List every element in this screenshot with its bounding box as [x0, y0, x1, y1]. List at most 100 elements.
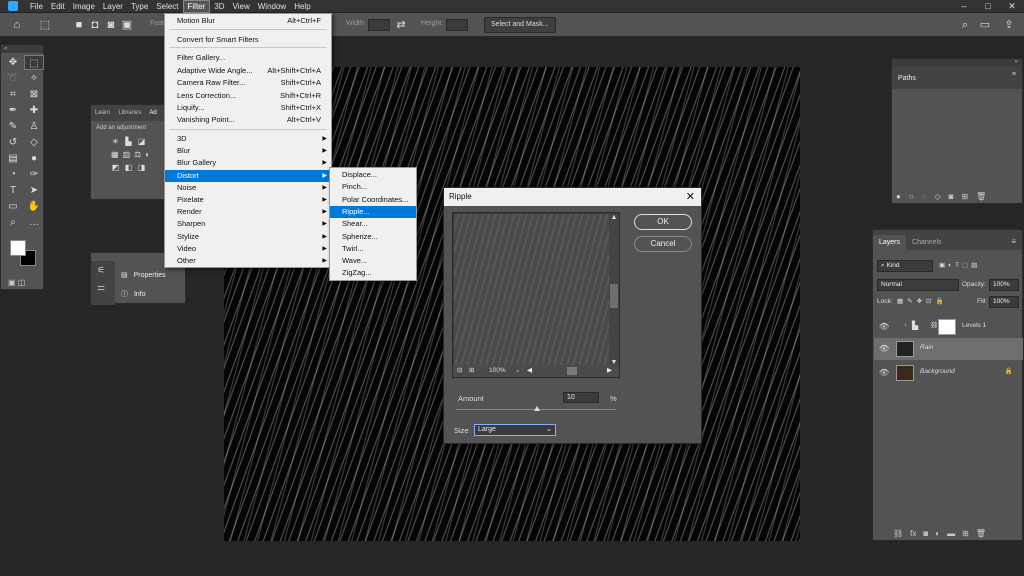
invert-icon[interactable]: ◩	[111, 163, 120, 172]
type-tool-icon[interactable]: T	[3, 183, 23, 198]
distort-menu-item[interactable]: Twirl...	[330, 243, 416, 255]
amount-input[interactable]: 10	[563, 392, 599, 403]
fill-input[interactable]: 100%	[989, 296, 1019, 308]
more-tools-icon[interactable]: …	[24, 215, 44, 230]
ripple-preview-image[interactable]	[454, 214, 610, 366]
lock-icons[interactable]: ▦✎✥⊡🔒	[897, 296, 948, 308]
fx-icon[interactable]: fx	[910, 529, 916, 538]
photoshop-logo-icon[interactable]	[8, 1, 18, 11]
healing-brush-tool-icon[interactable]: ✚	[24, 103, 44, 118]
filter-menu-item[interactable]: Lens Correction... Shift+Ctrl+R	[165, 90, 331, 102]
opacity-input[interactable]: 100%	[989, 279, 1019, 291]
minimize-icon[interactable]: –	[952, 0, 976, 13]
menu-select[interactable]: Select	[152, 0, 182, 13]
filter-menu-item[interactable]: Convert for Smart Filters	[165, 34, 331, 46]
filter-submenu-stylize[interactable]: Stylize ▶	[165, 231, 331, 243]
layer-thumbnail[interactable]	[896, 365, 914, 381]
properties-tab[interactable]: ▤ Properties	[121, 271, 165, 279]
blend-mode-select[interactable]: Normal	[877, 279, 959, 291]
hue-saturation-icon[interactable]: ▥	[123, 150, 131, 159]
zoom-out-icon[interactable]: ⊟	[457, 366, 462, 374]
maximize-icon[interactable]: □	[976, 0, 1000, 13]
foreground-color-swatch[interactable]	[10, 240, 26, 256]
menu-image[interactable]: Image	[69, 0, 99, 13]
info-tab[interactable]: ⓘ Info	[121, 289, 146, 299]
eye-icon[interactable]: 👁	[879, 344, 889, 353]
eraser-tool-icon[interactable]: ◇	[24, 135, 44, 150]
brightness-contrast-icon[interactable]: ☀	[111, 137, 120, 146]
close-window-icon[interactable]: ✕	[1000, 0, 1024, 13]
menu-window[interactable]: Window	[254, 0, 290, 13]
move-tool-icon[interactable]: ✥	[3, 55, 23, 70]
distort-menu-item[interactable]: Ripple...	[330, 205, 416, 218]
distort-menu-item[interactable]: Pinch...	[330, 181, 416, 193]
crop-tool-icon[interactable]: ⌗	[3, 87, 23, 102]
rectangle-tool-icon[interactable]: ▭	[3, 199, 23, 214]
layer-filter-icons[interactable]: ▣◐T⬚▨	[939, 260, 980, 272]
layers-panel-menu-icon[interactable]: ≡	[1011, 237, 1016, 246]
scroll-left-icon[interactable]: ◀	[527, 366, 532, 374]
menu-help[interactable]: Help	[290, 0, 314, 13]
new-path-icon[interactable]: ⊞	[961, 192, 968, 201]
filter-menu-item[interactable]: Camera Raw Filter... Shift+Ctrl+A	[165, 77, 331, 89]
home-icon[interactable]: ⌂	[10, 18, 24, 32]
filter-menu-item[interactable]: Vanishing Point... Alt+Ctrl+V	[165, 114, 331, 126]
clone-stamp-tool-icon[interactable]: ♙	[24, 119, 44, 134]
blur-tool-icon[interactable]: ●	[24, 151, 44, 166]
layer-row-background[interactable]: 👁 Background 🔒	[874, 362, 1023, 384]
quick-mask-icon[interactable]: ▣ ◫	[8, 278, 36, 288]
marquee-tool-icon[interactable]: ⬚	[38, 18, 52, 32]
load-selection-icon[interactable]: ◌	[922, 192, 927, 201]
history-brush-tool-icon[interactable]: ↺	[3, 135, 23, 150]
vibrance-icon[interactable]: ▦	[111, 150, 119, 159]
eyedropper-tool-icon[interactable]: ✒	[3, 103, 23, 118]
add-layer-mask-icon[interactable]: ◙	[923, 529, 928, 538]
kind-filter-select[interactable]: ⌕ Kind	[877, 260, 933, 272]
new-selection-icon[interactable]: ■	[72, 18, 86, 32]
link-layers-icon[interactable]: ⛓	[893, 529, 903, 538]
paths-panel-collapse-icon[interactable]: »	[892, 59, 1022, 67]
distort-menu-item[interactable]: Displace...	[330, 169, 416, 181]
filter-submenu-video[interactable]: Video ▶	[165, 243, 331, 255]
menu-layer[interactable]: Layer	[99, 0, 127, 13]
add-mask-icon[interactable]: ◙	[949, 192, 954, 201]
path-selection-tool-icon[interactable]: ➤	[24, 183, 44, 198]
tab-libraries[interactable]: Libraries	[114, 105, 145, 121]
amount-slider-knob[interactable]	[533, 406, 540, 411]
workspace-icon[interactable]: ▭	[978, 18, 992, 32]
stroke-path-icon[interactable]: ○	[909, 192, 914, 201]
menu-edit[interactable]: Edit	[47, 0, 69, 13]
gradient-tool-icon[interactable]: ▤	[3, 151, 23, 166]
select-and-mask-button[interactable]: Select and Mask...	[484, 17, 556, 33]
amount-slider[interactable]	[456, 406, 616, 411]
distort-menu-item[interactable]: Wave...	[330, 255, 416, 267]
threshold-icon[interactable]: ◨	[137, 163, 146, 172]
distort-menu-item[interactable]: ZigZag...	[330, 267, 416, 279]
ripple-dialog-titlebar[interactable]: Ripple ✕	[444, 188, 701, 206]
lasso-tool-icon[interactable]: ➰	[3, 71, 23, 86]
filter-submenu-other[interactable]: Other ▶	[165, 255, 331, 267]
new-adjustment-layer-icon[interactable]: ◐	[935, 529, 940, 538]
magic-wand-tool-icon[interactable]: ✧	[24, 71, 44, 86]
levels-icon[interactable]: ▙	[124, 137, 133, 146]
width-input[interactable]	[368, 19, 390, 31]
eye-icon[interactable]: 👁	[879, 322, 889, 331]
size-select[interactable]: Large ⌄	[474, 424, 556, 436]
delete-path-icon[interactable]: 🗑	[976, 192, 986, 201]
frame-tool-icon[interactable]: ⊠	[24, 87, 44, 102]
filter-submenu-blur[interactable]: Blur ▶	[165, 145, 331, 157]
make-work-path-icon[interactable]: ◇	[934, 192, 940, 201]
tools-panel-collapse-icon[interactable]: «	[1, 45, 43, 53]
add-selection-icon[interactable]: ◘	[88, 18, 102, 32]
filter-submenu-distort[interactable]: Distort ▶	[165, 169, 331, 182]
black-white-icon[interactable]: ◐	[145, 150, 150, 159]
intersect-selection-icon[interactable]: ▣	[120, 18, 134, 32]
distort-menu-item[interactable]: Polar Coordinates...	[330, 194, 416, 206]
filter-submenu-sharpen[interactable]: Sharpen ▶	[165, 218, 331, 230]
close-icon[interactable]: ✕	[686, 188, 695, 206]
tab-adjustments[interactable]: Ad	[145, 105, 160, 121]
menu-type[interactable]: Type	[127, 0, 152, 13]
search-icon[interactable]: ⌕	[958, 18, 972, 32]
delete-layer-icon[interactable]: 🗑	[976, 529, 986, 538]
scroll-right-icon[interactable]: ▶	[607, 366, 612, 374]
